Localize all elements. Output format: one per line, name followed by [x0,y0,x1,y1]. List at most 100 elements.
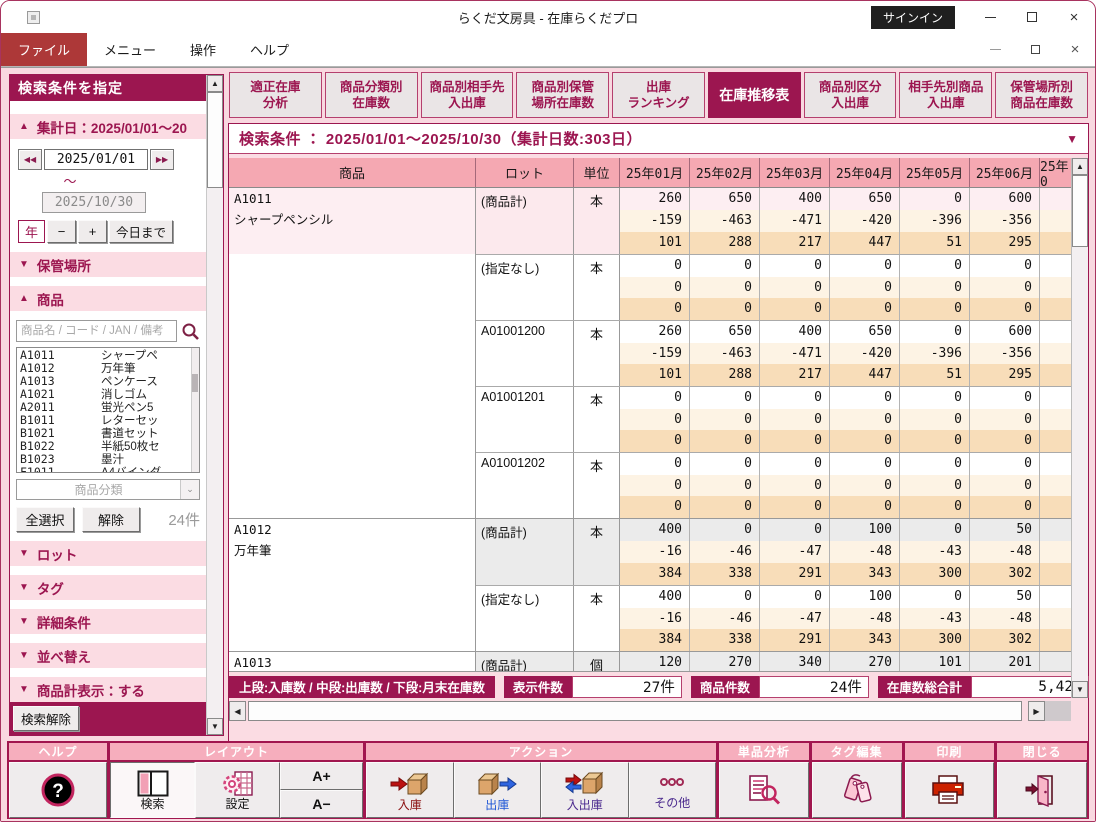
menu-help[interactable]: ヘルプ [233,33,306,66]
scrollbar-thumb[interactable] [248,701,1022,721]
other-button[interactable]: その他 [629,762,717,818]
item-analysis-button[interactable] [719,762,809,818]
product-list-item[interactable]: F1011A4バインダ [17,465,199,473]
main-area: 検索条件を指定 ▲ 集計日：2025/01/01～20 ◀◀ ▶▶ ～ 年 − [1,67,1095,822]
in-outbound-button[interactable]: 入出庫 [541,762,629,818]
value-cell: 302 [970,563,1040,585]
tab-3[interactable]: 商品別保管 場所在庫数 [516,72,609,118]
section-storage-location[interactable]: ▼ 保管場所 [10,252,206,277]
value-cell [1040,519,1071,541]
date-plus-button[interactable]: + [78,220,107,243]
stat-0: 表示件数27件 [504,676,682,698]
print-button[interactable] [905,762,995,818]
mdi-restore-button[interactable] [1015,33,1055,66]
table-row[interactable]: (指定なし)本000000000000000000 [476,254,1071,320]
date-from-field[interactable] [44,149,148,170]
tab-1[interactable]: 商品分類別 在庫数 [325,72,418,118]
font-size-decrease-button[interactable]: A− [280,790,363,818]
section-tag[interactable]: ▼ タグ [10,575,206,600]
lot-cell: (商品計) [476,652,574,671]
scroll-up-icon[interactable]: ▲ [1072,158,1088,175]
year-unit-button[interactable]: 年 [18,220,45,243]
table-row[interactable]: A01001202本000000000000000000 [476,452,1071,518]
close-view-button[interactable] [997,762,1087,818]
section-aggregation-date[interactable]: ▲ 集計日：2025/01/01～20 [10,114,206,139]
menu-menu[interactable]: メニュー [87,33,173,66]
date-minus-button[interactable]: − [47,220,76,243]
clear-search-button[interactable]: 検索解除 [13,706,79,731]
value-cell: 0 [760,475,830,497]
tag-edit-button[interactable] [812,762,902,818]
table-row[interactable]: (商品計)個120270340270101201 [476,652,1071,671]
table-row[interactable]: (商品計)本2606504006500600-159-463-471-420-3… [476,188,1071,254]
product-category-dropdown[interactable]: 商品分類 ⌄ [16,479,200,500]
section-detail-conditions[interactable]: ▼ 詳細条件 [10,609,206,634]
value-row: 10128821744751295 [620,232,1071,254]
status-bar: 上段:入庫数 / 中段:出庫数 / 下段:月末在庫数 表示件数27件商品件数24… [229,672,1071,698]
mdi-minimize-button[interactable] [975,33,1015,66]
scroll-left-icon[interactable]: ◀ [229,701,246,721]
vertical-scrollbar[interactable]: ▲ ▼ [1071,158,1088,698]
product-code: A1013 [234,655,470,670]
inbound-button[interactable]: 入庫 [366,762,454,818]
value-cell: 0 [830,255,900,277]
scroll-down-icon[interactable]: ▼ [207,718,223,735]
value-cell [1040,277,1071,299]
until-today-button[interactable]: 今日まで [109,220,173,243]
product-search-input[interactable] [16,320,177,342]
mdi-close-button[interactable]: × [1055,33,1095,66]
tab-5[interactable]: 在庫推移表 [708,72,801,118]
menu-operation[interactable]: 操作 [173,33,233,66]
select-all-button[interactable]: 全選択 [16,507,74,532]
table-row[interactable]: A01001201本000000000000000000 [476,386,1071,452]
tab-6[interactable]: 商品別区分 入出庫 [804,72,897,118]
tab-2[interactable]: 商品別相手先 入出庫 [421,72,514,118]
table-row[interactable]: (指定なし)本40000100050-16-46-47-48-43-483843… [476,585,1071,651]
collapse-up-icon: ▲ [19,121,29,132]
scrollbar-thumb[interactable] [207,92,223,188]
tab-4[interactable]: 出庫 ランキング [612,72,705,118]
section-product[interactable]: ▲ 商品 [10,286,206,311]
doc-mag-icon [747,774,781,806]
scrollbar-thumb[interactable] [192,374,198,392]
value-cell: 0 [900,409,970,431]
date-unit-row: 年 − + 今日まで [18,220,206,243]
value-cell: 270 [690,652,760,671]
sidebar-scrollbar[interactable]: ▲ ▼ [206,75,223,735]
toolbar-group-label: ヘルプ [9,743,107,760]
tab-0[interactable]: 適正在庫 分析 [229,72,322,118]
value-cell: 0 [690,519,760,541]
door-icon [1024,773,1060,807]
table-row[interactable]: A01001200本2606504006500600-159-463-471-4… [476,320,1071,386]
scroll-up-icon[interactable]: ▲ [207,75,223,92]
settings-button[interactable]: 設定 [195,762,280,818]
section-product-total-display[interactable]: ▼ 商品計表示：する [10,677,206,702]
section-sort[interactable]: ▼ 並べ替え [10,643,206,668]
tab-8[interactable]: 保管場所別 商品在庫数 [995,72,1088,118]
chevron-down-icon[interactable]: ▼ [1066,132,1078,146]
scroll-down-icon[interactable]: ▼ [1072,681,1088,698]
filter-condition-bar[interactable]: 検索条件 ： 2025/01/01～2025/10/30（集計日数:303日） … [229,124,1088,154]
search-layout-button[interactable]: 検索 [110,762,195,818]
product-list-scrollbar[interactable] [191,348,199,472]
menu-file[interactable]: ファイル [1,33,87,66]
value-cell: 0 [970,475,1040,497]
help-button[interactable]: ? [9,762,107,818]
deselect-button[interactable]: 解除 [82,507,140,532]
date-to-field[interactable] [42,192,146,213]
value-cell: 260 [620,321,690,343]
search-icon[interactable] [181,322,200,341]
section-lot[interactable]: ▼ ロット [10,541,206,566]
date-next-button[interactable]: ▶▶ [150,149,174,170]
value-cell: 0 [760,409,830,431]
outbound-button[interactable]: 出庫 [454,762,542,818]
value-cell [1040,475,1071,497]
table-row[interactable]: (商品計)本40000100050-16-46-47-48-43-4838433… [476,519,1071,585]
scrollbar-thumb[interactable] [1072,175,1088,247]
horizontal-scrollbar[interactable]: ◀ ▶ [229,701,1071,721]
tab-7[interactable]: 相手先別商品 入出庫 [899,72,992,118]
scroll-right-icon[interactable]: ▶ [1028,701,1045,721]
date-prev-button[interactable]: ◀◀ [18,149,42,170]
font-size-increase-button[interactable]: A+ [280,762,363,790]
value-cell: 0 [690,387,760,409]
